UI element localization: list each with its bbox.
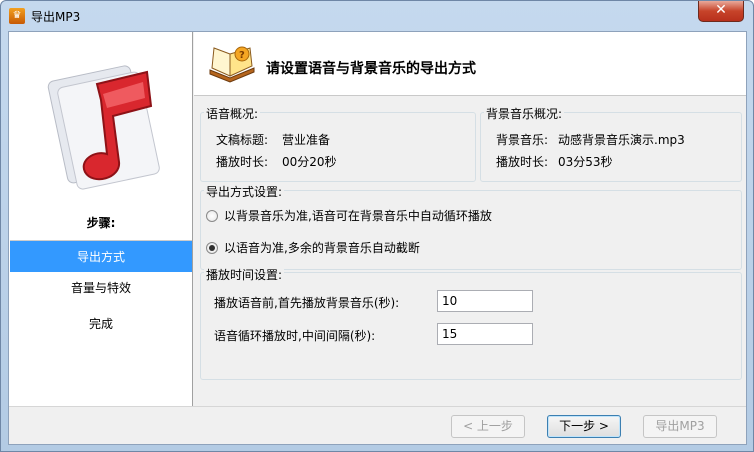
pre-play-label: 播放语音前,首先播放背景音乐(秒): (214, 296, 400, 310)
prev-button[interactable]: < 上一步 (451, 415, 525, 438)
step-finish[interactable]: 完成 (10, 308, 192, 340)
next-button[interactable]: 下一步 > (547, 415, 621, 438)
page-title: 请设置语音与背景音乐的导出方式 (266, 61, 476, 77)
steps-heading: 步骤: (86, 216, 116, 230)
speech-duration-label: 播放时长: (216, 155, 269, 169)
speech-overview-label: 语音概况: (204, 105, 261, 122)
loop-interval-seconds-input[interactable] (437, 323, 533, 345)
svg-text:?: ? (239, 50, 245, 61)
radio-button[interactable] (206, 209, 218, 222)
title-bar[interactable]: ♛ 导出MP3 ✕ (1, 1, 753, 31)
music-duration-label: 播放时长: (496, 155, 549, 169)
window-title: 导出MP3 (31, 10, 81, 24)
close-button[interactable]: ✕ (698, 1, 744, 22)
doc-title-label: 文稿标题: (216, 133, 269, 147)
page-header: ? 请设置语音与背景音乐的导出方式 (194, 32, 746, 96)
music-duration-value: 03分53秒 (558, 155, 613, 169)
settings-area: 语音概况: 文稿标题: 营业准备 播放时长: 00分20秒 背景音乐概况: 背景… (194, 96, 746, 406)
pre-play-seconds-input[interactable] (437, 290, 533, 312)
timing-label: 播放时间设置: (204, 266, 285, 283)
dialog-client: 步骤: 导出方式 音量与特效 完成 ? 请设置语音与背景音乐的导出方式 语音概况… (8, 31, 747, 445)
radio-speech-based-label: 以语音为准,多余的背景音乐自动截断 (224, 241, 420, 255)
loop-interval-label: 语音循环播放时,中间间隔(秒): (214, 329, 376, 343)
export-mp3-window: ♛ 导出MP3 ✕ 步骤: 导出方式 音量与特效 完成 ? 请设置语音与背景音乐… (0, 0, 754, 452)
app-icon: ♛ (9, 8, 25, 24)
doc-title-value: 营业准备 (282, 133, 331, 147)
radio-music-based[interactable]: 以背景音乐为准,语音可在背景音乐中自动循环播放 (206, 207, 492, 224)
step-volume-effects[interactable]: 音量与特效 (10, 272, 192, 304)
radio-speech-based[interactable]: 以语音为准,多余的背景音乐自动截断 (206, 239, 420, 256)
radio-music-based-label: 以背景音乐为准,语音可在背景音乐中自动循环播放 (224, 209, 492, 223)
music-note-icon (47, 65, 160, 190)
music-file-value: 动感背景音乐演示.mp3 (558, 133, 685, 147)
radio-button-checked[interactable] (206, 241, 218, 254)
speech-duration-value: 00分20秒 (282, 155, 337, 169)
export-mode-group (200, 190, 742, 270)
step-export-mode[interactable]: 导出方式 (10, 240, 192, 272)
export-button[interactable]: 导出MP3 (643, 415, 717, 438)
music-file-label: 背景音乐: (496, 133, 549, 147)
steps-panel: 步骤: 导出方式 音量与特效 完成 (9, 32, 193, 406)
button-bar: < 上一步 下一步 > 导出MP3 (9, 406, 746, 444)
book-icon: ? (209, 46, 255, 83)
music-overview-label: 背景音乐概况: (484, 105, 565, 122)
export-mode-label: 导出方式设置: (204, 183, 285, 200)
